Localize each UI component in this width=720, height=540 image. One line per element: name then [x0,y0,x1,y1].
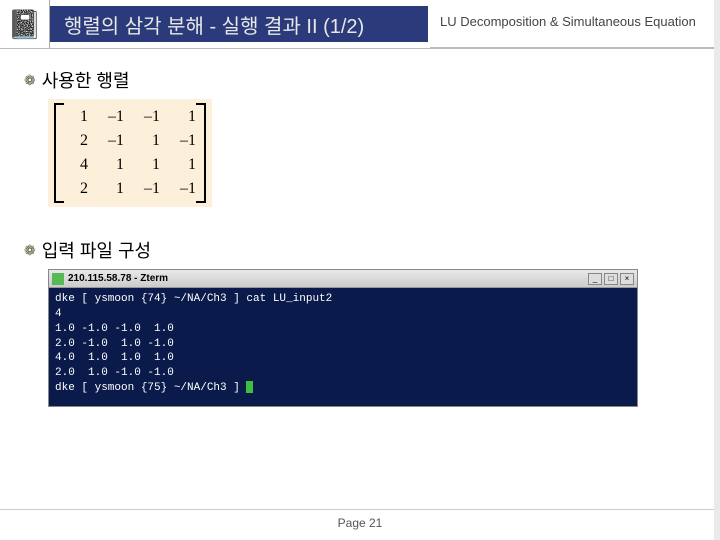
matrix-cell: 2 [66,129,88,153]
section-header: ❁ 사용한 행렬 [24,67,696,93]
section-matrix: ❁ 사용한 행렬 1 –1 –1 1 2 –1 1 –1 4 1 1 1 [24,67,696,207]
matrix-cell: 2 [66,177,88,201]
slide-subtitle: LU Decomposition & Simultaneous Equation [430,0,720,48]
slide-title: 행렬의 삼각 분해 - 실행 결과 II (1/2) [50,6,430,42]
matrix-row: 1 –1 –1 1 [58,105,196,129]
desk-lamp-icon: 📓 [7,8,42,41]
matrix-cell: –1 [138,105,160,129]
header-icon-box: 📓 [0,0,50,48]
matrix-cell: 1 [138,153,160,177]
section-input: ❁ 입력 파일 구성 210.115.58.78 - Zterm _ □ × d… [24,237,696,407]
matrix-cell: –1 [102,105,124,129]
bullet-icon: ❁ [24,72,36,89]
window-buttons: _ □ × [588,273,634,285]
matrix-cell: –1 [138,177,160,201]
matrix-cell: –1 [102,129,124,153]
term-line: 2.0 1.0 -1.0 -1.0 [55,367,174,379]
matrix-cell: –1 [174,177,196,201]
terminal-titlebar: 210.115.58.78 - Zterm _ □ × [49,270,637,288]
matrix-cell: –1 [174,129,196,153]
right-shadow [714,0,720,540]
matrix-cell: 1 [174,153,196,177]
term-line: 4 [55,308,62,320]
matrix-row: 2 1 –1 –1 [58,177,196,201]
terminal-window: 210.115.58.78 - Zterm _ □ × dke [ ysmoon… [48,269,638,407]
section-title: 입력 파일 구성 [42,237,151,263]
cursor-icon [246,381,253,393]
matrix-cell: 1 [174,105,196,129]
terminal-app-icon [52,273,64,285]
matrix-cell: 1 [138,129,160,153]
matrix-cell: 1 [102,177,124,201]
content-area: ❁ 사용한 행렬 1 –1 –1 1 2 –1 1 –1 4 1 1 1 [0,49,720,407]
matrix-cell: 1 [66,105,88,129]
page-footer: Page 21 [0,509,720,530]
term-line: 4.0 1.0 1.0 1.0 [55,352,174,364]
term-line: dke [ ysmoon {74} ~/NA/Ch3 ] cat LU_inpu… [55,293,332,305]
matrix-row: 2 –1 1 –1 [58,129,196,153]
section-header: ❁ 입력 파일 구성 [24,237,696,263]
page-number: Page 21 [338,516,383,530]
minimize-button[interactable]: _ [588,273,602,285]
maximize-button[interactable]: □ [604,273,618,285]
term-line: 2.0 -1.0 1.0 -1.0 [55,338,174,350]
matrix-cell: 4 [66,153,88,177]
header-row: 📓 행렬의 삼각 분해 - 실행 결과 II (1/2) LU Decompos… [0,0,720,48]
term-line: dke [ ysmoon {75} ~/NA/Ch3 ] [55,382,246,394]
matrix-row: 4 1 1 1 [58,153,196,177]
term-line: 1.0 -1.0 -1.0 1.0 [55,323,174,335]
terminal-body[interactable]: dke [ ysmoon {74} ~/NA/Ch3 ] cat LU_inpu… [49,288,637,406]
section-title: 사용한 행렬 [42,67,130,93]
close-button[interactable]: × [620,273,634,285]
bullet-icon: ❁ [24,242,36,259]
matrix-cell: 1 [102,153,124,177]
matrix-block: 1 –1 –1 1 2 –1 1 –1 4 1 1 1 2 1 –1 –1 [48,99,212,207]
terminal-window-title: 210.115.58.78 - Zterm [68,273,588,284]
